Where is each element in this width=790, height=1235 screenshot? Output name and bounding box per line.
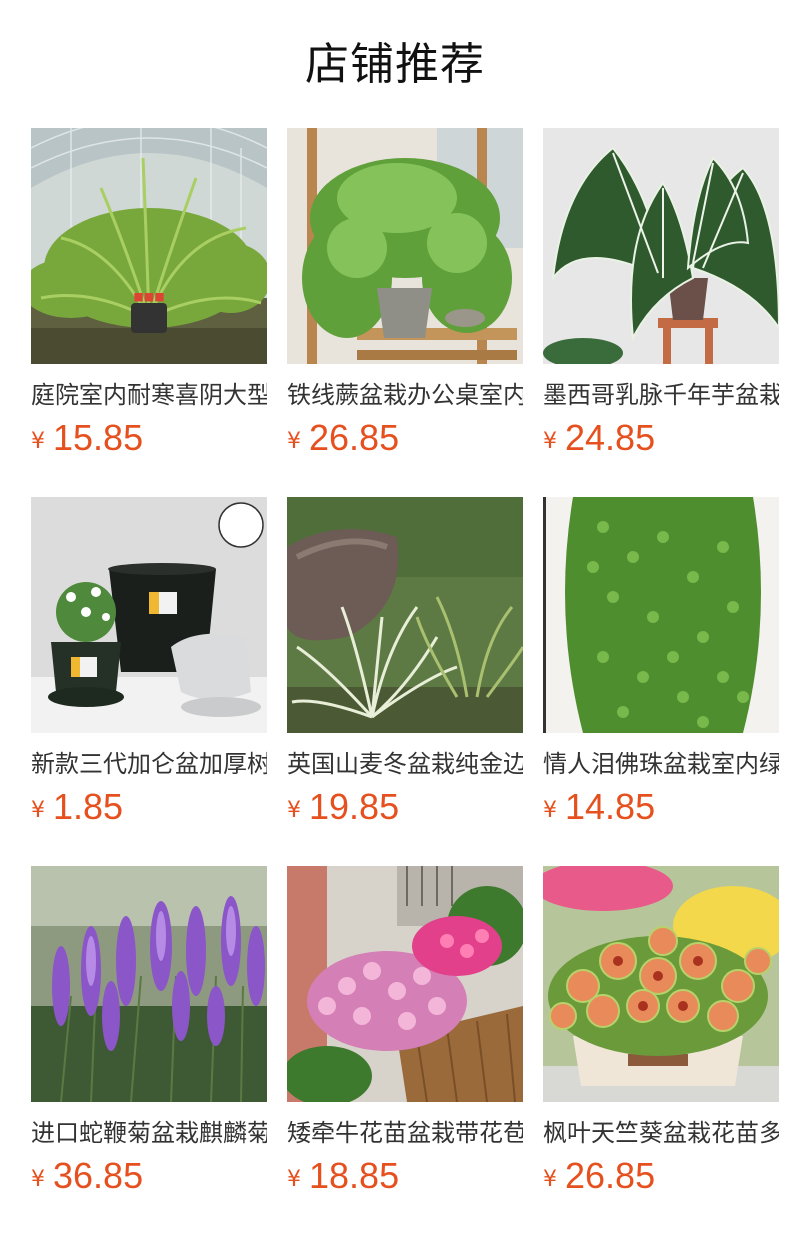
currency-symbol: ¥ [543,1167,557,1192]
product-image[interactable] [287,128,523,364]
product-card[interactable]: 墨西哥乳脉千年芋盆栽 ¥24.85 [543,128,779,497]
product-card[interactable]: 进口蛇鞭菊盆栽麒麟菊 ¥36.85 [31,866,267,1235]
price-value: 24.85 [565,417,656,458]
currency-symbol: ¥ [31,1167,45,1192]
product-card[interactable]: ■■■ 庭院室内耐寒喜阴大型 ¥15.85 [31,128,267,497]
product-name[interactable]: 铁线蕨盆栽办公桌室内 [287,378,523,412]
product-price: ¥26.85 [543,1154,779,1205]
product-price: ¥36.85 [31,1154,267,1205]
product-card[interactable]: 枫叶天竺葵盆栽花苗多 ¥26.85 [543,866,779,1235]
product-name[interactable]: 情人泪佛珠盆栽室内绿 [543,747,779,781]
product-price: ¥1.85 [31,785,267,836]
price-value: 15.85 [53,417,144,458]
price-value: 1.85 [53,786,124,827]
product-image[interactable] [543,128,779,364]
product-image[interactable] [31,866,267,1102]
product-name[interactable]: 枫叶天竺葵盆栽花苗多 [543,1116,779,1150]
product-image[interactable]: ■■■ [31,128,267,364]
price-value: 14.85 [565,786,656,827]
product-image[interactable] [287,866,523,1102]
currency-symbol: ¥ [543,798,557,823]
product-card[interactable]: 新款三代加仑盆加厚树 ¥1.85 [31,497,267,866]
price-value: 26.85 [309,417,400,458]
currency-symbol: ¥ [31,429,45,454]
product-image[interactable] [31,497,267,733]
price-value: 18.85 [309,1155,400,1196]
currency-symbol: ¥ [543,429,557,454]
price-value: 26.85 [565,1155,656,1196]
product-price: ¥15.85 [31,416,267,467]
product-card[interactable]: 铁线蕨盆栽办公桌室内 ¥26.85 [287,128,523,497]
product-image[interactable] [287,497,523,733]
product-price: ¥24.85 [543,416,779,467]
currency-symbol: ¥ [287,429,301,454]
product-price: ¥18.85 [287,1154,523,1205]
product-image[interactable] [543,866,779,1102]
product-card[interactable]: 矮牵牛花苗盆栽带花苞 ¥18.85 [287,866,523,1235]
product-name[interactable]: 新款三代加仑盆加厚树 [31,747,267,781]
product-price: ¥14.85 [543,785,779,836]
svg-text:■■■: ■■■ [133,290,164,303]
product-price: ¥19.85 [287,785,523,836]
price-value: 36.85 [53,1155,144,1196]
currency-symbol: ¥ [287,798,301,823]
product-name[interactable]: 矮牵牛花苗盆栽带花苞 [287,1116,523,1150]
product-card[interactable]: 情人泪佛珠盆栽室内绿 ¥14.85 [543,497,779,866]
currency-symbol: ¥ [31,798,45,823]
page-title: 店铺推荐 [305,39,485,90]
product-name[interactable]: 庭院室内耐寒喜阴大型 [31,378,267,412]
product-name[interactable]: 墨西哥乳脉千年芋盆栽 [543,378,779,412]
product-name[interactable]: 英国山麦冬盆栽纯金边 [287,747,523,781]
price-value: 19.85 [309,786,400,827]
product-image[interactable] [543,497,779,733]
product-price: ¥26.85 [287,416,523,467]
product-name[interactable]: 进口蛇鞭菊盆栽麒麟菊 [31,1116,267,1150]
product-card[interactable]: 英国山麦冬盆栽纯金边 ¥19.85 [287,497,523,866]
currency-symbol: ¥ [287,1167,301,1192]
product-grid: ■■■ 庭院室内耐寒喜阴大型 ¥15.85 铁线蕨盆栽办公桌室内 ¥ 26.85… [31,128,779,1235]
